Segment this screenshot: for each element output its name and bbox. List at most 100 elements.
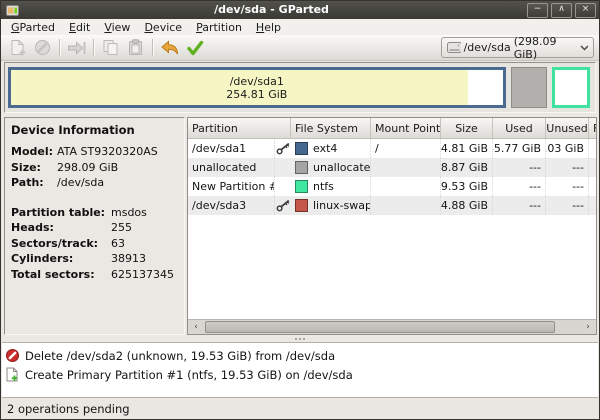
cell-mountpoint	[371, 177, 441, 196]
device-info-title: Device Information	[11, 123, 178, 137]
operation-text: Create Primary Partition #1 (ntfs, 19.53…	[25, 368, 353, 382]
gparted-window: /dev/sda - GParted − ∧ × GParted Edit Vi…	[0, 0, 600, 420]
close-button[interactable]: ×	[575, 3, 596, 18]
partition-table: Partition File System Mount Point Size U…	[187, 117, 597, 335]
cell-partition: New Partition #1	[188, 177, 275, 196]
info-model-label: Model:	[11, 144, 57, 160]
cell-filesystem: ntfs	[313, 180, 334, 193]
scroll-right-arrow-icon[interactable]: ›	[580, 320, 596, 334]
cell-mountpoint	[371, 158, 441, 177]
info-totalsectors-label: Total sectors:	[11, 267, 111, 283]
info-sectors-value: 63	[111, 236, 125, 252]
cell-unused: ---	[546, 196, 589, 215]
titlebar[interactable]: /dev/sda - GParted − ∧ ×	[1, 1, 599, 19]
undo-button[interactable]	[157, 37, 182, 59]
cell-mountpoint	[371, 196, 441, 215]
copy-button[interactable]	[98, 37, 123, 59]
key-icon	[276, 142, 290, 155]
filesystem-color-swatch	[295, 142, 308, 155]
cell-filesystem: ext4	[313, 142, 337, 155]
visual-partition-sda1[interactable]: /dev/sda1 254.81 GiB	[8, 67, 506, 108]
cell-unused: ---	[546, 158, 589, 177]
cell-partition: /dev/sda3	[188, 196, 275, 215]
maximize-button[interactable]: ∧	[551, 3, 572, 18]
pending-operations-status: 2 operations pending	[7, 402, 130, 416]
table-row-sda1[interactable]: /dev/sda1 ext4 / 254.81 GiB 245.77 GiB 9…	[188, 139, 596, 158]
cell-unused: 9.03 GiB	[546, 139, 589, 158]
copy-icon	[102, 39, 119, 56]
apply-icon	[186, 40, 204, 56]
table-row-new-partition-1[interactable]: New Partition #1 ntfs 19.53 GiB --- ---	[188, 177, 596, 196]
info-size-value: 298.09 GiB	[57, 160, 118, 176]
scroll-left-arrow-icon[interactable]: ‹	[188, 320, 204, 334]
column-header-size[interactable]: Size	[441, 118, 493, 138]
operation-item: Delete /dev/sda2 (unknown, 19.53 GiB) fr…	[2, 346, 598, 365]
info-size-label: Size:	[11, 160, 57, 176]
filesystem-color-swatch	[295, 161, 308, 174]
scrollbar-thumb[interactable]	[205, 321, 555, 333]
device-selector[interactable]: /dev/sda (298.09 GiB)	[441, 37, 594, 58]
cell-partition: /dev/sda1	[188, 139, 275, 158]
filesystem-color-swatch	[295, 199, 308, 212]
statusbar: 2 operations pending	[2, 397, 598, 419]
create-operation-icon	[6, 367, 19, 382]
new-partition-button[interactable]	[5, 37, 30, 59]
toolbar-separator	[93, 39, 94, 56]
cell-filesystem: unallocated	[313, 161, 371, 174]
info-ptable-value: msdos	[111, 205, 147, 221]
column-header-unused[interactable]: Unused	[546, 118, 589, 138]
pane-splitter[interactable]	[1, 335, 599, 342]
column-header-flags[interactable]: Flags	[589, 118, 597, 138]
column-header-mountpoint[interactable]: Mount Point	[371, 118, 441, 138]
device-info-panel: Device Information Model:ATA ST9320320AS…	[4, 117, 185, 335]
info-cylinders-value: 38913	[111, 251, 146, 267]
cell-partition: unallocated	[188, 158, 275, 177]
delete-partition-button[interactable]	[30, 37, 55, 59]
menubar: GParted Edit View Device Partition Help	[1, 19, 599, 35]
undo-icon	[160, 40, 180, 56]
cell-size: 19.53 GiB	[441, 177, 493, 196]
menu-partition[interactable]: Partition	[189, 20, 249, 35]
visual-partition-size: 254.81 GiB	[226, 88, 287, 101]
info-path-value: /dev/sda	[57, 175, 104, 191]
cell-unused: ---	[546, 177, 589, 196]
menu-view[interactable]: View	[97, 20, 137, 35]
column-header-used[interactable]: Used	[493, 118, 546, 138]
paste-button[interactable]	[123, 37, 148, 59]
resize-move-button[interactable]	[64, 37, 89, 59]
info-sectors-label: Sectors/track:	[11, 236, 111, 252]
minimize-button[interactable]: −	[527, 3, 548, 18]
filesystem-color-swatch	[295, 180, 308, 193]
cell-size: 254.81 GiB	[441, 139, 493, 158]
delete-operation-icon	[6, 349, 19, 362]
visual-partition-new-1[interactable]	[552, 67, 589, 108]
table-row-unallocated[interactable]: unallocated unallocated 18.87 GiB --- --…	[188, 158, 596, 177]
device-selector-path: /dev/sda	[464, 41, 511, 54]
menu-help[interactable]: Help	[249, 20, 288, 35]
partition-table-header: Partition File System Mount Point Size U…	[188, 118, 596, 139]
menu-device[interactable]: Device	[137, 20, 189, 35]
column-header-partition[interactable]: Partition	[188, 118, 291, 138]
cell-size: 4.88 GiB	[441, 196, 493, 215]
toolbar-separator	[59, 39, 60, 56]
info-model-value: ATA ST9320320AS	[57, 144, 158, 160]
visual-partition-label: /dev/sda1	[230, 75, 284, 88]
horizontal-scrollbar[interactable]: ‹ ›	[188, 319, 596, 334]
menu-edit[interactable]: Edit	[62, 20, 97, 35]
menu-gparted[interactable]: GParted	[4, 20, 62, 35]
cell-used: ---	[493, 177, 546, 196]
operations-panel: Delete /dev/sda2 (unknown, 19.53 GiB) fr…	[2, 342, 598, 397]
table-row-sda3[interactable]: /dev/sda3 linux-swap 4.88 GiB --- ---	[188, 196, 596, 215]
visual-partition-unallocated[interactable]	[511, 67, 548, 108]
cell-used: 245.77 GiB	[493, 139, 546, 158]
info-path-label: Path:	[11, 175, 57, 191]
apply-button[interactable]	[182, 37, 207, 59]
info-heads-label: Heads:	[11, 220, 111, 236]
operation-item: Create Primary Partition #1 (ntfs, 19.53…	[2, 365, 598, 384]
device-selector-size: (298.09 GiB)	[514, 35, 577, 61]
paste-icon	[127, 39, 144, 56]
column-header-filesystem[interactable]: File System	[291, 118, 371, 138]
cell-flags	[589, 196, 597, 215]
new-partition-icon	[9, 39, 27, 57]
disk-visual-bar: /dev/sda1 254.81 GiB	[4, 62, 596, 113]
